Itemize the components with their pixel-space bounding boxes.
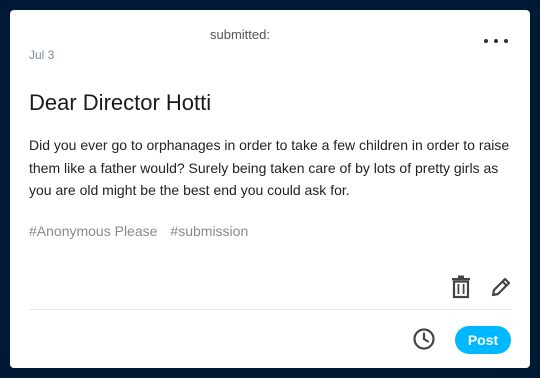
post-body: Did you ever go to orphanages in order t… <box>29 137 510 198</box>
trash-icon <box>452 275 470 299</box>
submission-card: submitted: Jul 3 Dear Director Hotti Did… <box>10 10 530 368</box>
dot <box>504 39 508 43</box>
tag-list: #Anonymous Please #submission <box>29 223 248 239</box>
tag-anonymous-please[interactable]: #Anonymous Please <box>29 223 157 239</box>
pencil-icon <box>491 277 511 297</box>
schedule-button[interactable] <box>411 326 437 352</box>
delete-button[interactable] <box>448 274 474 300</box>
dot <box>494 39 498 43</box>
post-date: Jul 3 <box>29 48 55 62</box>
post-button[interactable]: Post <box>455 326 511 354</box>
clock-icon <box>413 328 435 350</box>
divider <box>29 309 511 310</box>
post-title: Dear Director Hotti <box>29 90 212 115</box>
more-options-button[interactable] <box>484 34 508 48</box>
edit-button[interactable] <box>488 274 514 300</box>
dot <box>484 39 488 43</box>
tag-submission[interactable]: #submission <box>170 223 248 239</box>
submitted-label: submitted: <box>210 27 270 42</box>
